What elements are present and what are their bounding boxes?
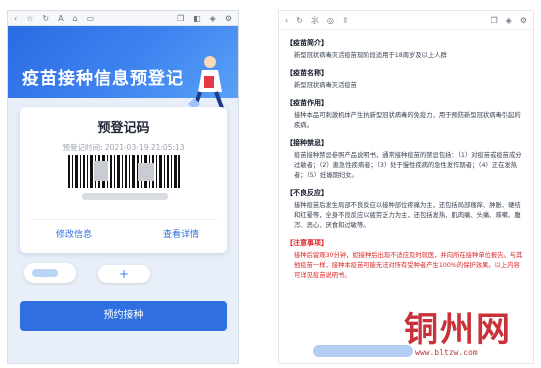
cube-icon[interactable]: ◈ bbox=[210, 11, 216, 26]
section-heading: 【疫苗名称】 bbox=[286, 69, 328, 77]
settings-icon[interactable]: ⚙ bbox=[520, 16, 527, 25]
section-name: 【疫苗名称】 新型冠状病毒灭活疫苗 bbox=[286, 68, 524, 91]
copy-icon[interactable]: ❐ bbox=[491, 16, 498, 25]
hero-banner: 疫苗接种信息预登记 bbox=[8, 26, 238, 111]
refresh-icon[interactable]: ↻ bbox=[42, 11, 49, 26]
section-body: 新型冠状病毒灭活疫苗现阶段适用于18周岁及以上人群 bbox=[294, 52, 447, 59]
zoom-icon[interactable]: ◎ bbox=[327, 16, 334, 25]
window-icon[interactable]: ◧ bbox=[193, 11, 201, 26]
running-doctor-icon bbox=[188, 56, 224, 111]
copy-icon[interactable]: ❐ bbox=[177, 11, 184, 26]
browser-icon[interactable]: ▭ bbox=[87, 11, 95, 26]
card-title: 预登记码 bbox=[97, 121, 150, 136]
section-body: 疫苗接种禁忌参照产品说明书，通常接种疫苗的禁忌包括：（1）对疫苗或疫苗成分过敏者… bbox=[294, 152, 522, 179]
registration-screen: ‹ ☆ ↻ A ⌂ ▭ ❐ ◧ ◈ ⚙ 疫苗接种信息预登记 预登记码 预登记时间… bbox=[7, 10, 239, 364]
member-name-blurred bbox=[32, 269, 58, 277]
section-body: 接种疫苗后发生局部不良反应以接种部位疼痛为主，还包括局部瘙痒、肿胀、硬结和红晕等… bbox=[294, 202, 521, 229]
cube-icon[interactable]: ◈ bbox=[506, 16, 512, 25]
screenshot: ‹ ☆ ↻ A ⌂ ▭ ❐ ◧ ◈ ⚙ 疫苗接种信息预登记 预登记码 预登记时间… bbox=[0, 0, 541, 368]
time-value: 2021-03-19 21:05:13 bbox=[104, 143, 185, 152]
settings-icon[interactable]: ⚙ bbox=[225, 11, 232, 26]
browser-toolbar: ‹ ☆ ↻ A ⌂ ▭ ❐ ◧ ◈ ⚙ bbox=[8, 11, 238, 26]
section-body: 接种本品可刺激机体产生抗新型冠状病毒的免疫力，用于预防新型冠状病毒引起的疾病。 bbox=[294, 112, 521, 129]
section-heading: 【不良反应】 bbox=[286, 189, 328, 197]
registration-card: 预登记码 预登记时间: 2021-03-19 21:05:13 修改信息 查看详… bbox=[20, 107, 227, 253]
browser-toolbar-right: ‹ ↻ ⺢ ◎ ⇪ ❐ ◈ ⚙ bbox=[279, 11, 533, 30]
section-heading: 【接种禁忌】 bbox=[286, 139, 328, 147]
section-body: 接种后留观30分钟，如接种后出现不适应及时就医，并向所在接种单位报告。与其他疫苗… bbox=[294, 252, 523, 279]
section-adverse-reactions: 【不良反应】 接种疫苗后发生局部不良反应以接种部位疼痛为主，还包括局部瘙痒、肿胀… bbox=[286, 188, 524, 231]
section-heading: 【注意事项】 bbox=[286, 239, 328, 247]
section-effect: 【疫苗作用】 接种本品可刺激机体产生抗新型冠状病毒的免疫力，用于预防新型冠状病毒… bbox=[286, 98, 524, 131]
view-details-link[interactable]: 查看详情 bbox=[163, 227, 199, 240]
site-watermark-url: www.bltzw.com bbox=[415, 348, 478, 357]
edit-info-link[interactable]: 修改信息 bbox=[56, 227, 92, 240]
page-title: 疫苗接种信息预登记 bbox=[22, 69, 184, 89]
registration-time: 预登记时间: 2021-03-19 21:05:13 bbox=[20, 142, 227, 153]
translate-icon[interactable]: ⺢ bbox=[311, 15, 319, 26]
barcode bbox=[68, 155, 180, 188]
site-watermark-logo: 铜州网 bbox=[404, 310, 512, 350]
section-body: 新型冠状病毒灭活疫苗 bbox=[294, 82, 357, 89]
section-contraindications: 【接种禁忌】 疫苗接种禁忌参照产品说明书，通常接种疫苗的禁忌包括：（1）对疫苗或… bbox=[286, 138, 524, 181]
section-precautions: 【注意事项】 接种后留观30分钟，如接种后出现不适应及时就医，并向所在接种单位报… bbox=[286, 238, 524, 281]
section-heading: 【疫苗作用】 bbox=[286, 99, 328, 107]
share-icon[interactable]: ☆ bbox=[26, 11, 33, 26]
card-divider bbox=[30, 219, 217, 220]
confirm-button[interactable] bbox=[313, 345, 413, 357]
blurred-code-number bbox=[82, 193, 168, 200]
back-icon[interactable]: ‹ bbox=[285, 16, 288, 25]
back-icon[interactable]: ‹ bbox=[14, 11, 17, 26]
font-icon[interactable]: A bbox=[58, 11, 63, 26]
time-label: 预登记时间: bbox=[62, 143, 103, 152]
info-sections: 【疫苗简介】 新型冠状病毒灭活疫苗现阶段适用于18周岁及以上人群 【疫苗名称】 … bbox=[279, 30, 533, 281]
section-heading: 【疫苗简介】 bbox=[286, 39, 328, 47]
share-icon[interactable]: ⇪ bbox=[342, 16, 349, 25]
book-vaccination-button[interactable]: 预约接种 bbox=[20, 301, 227, 331]
member-avatar-pill[interactable] bbox=[24, 263, 76, 283]
add-member-button[interactable]: + bbox=[98, 265, 150, 283]
refresh-icon[interactable]: ↻ bbox=[296, 16, 303, 25]
section-intro: 【疫苗简介】 新型冠状病毒灭活疫苗现阶段适用于18周岁及以上人群 bbox=[286, 38, 524, 61]
home-icon[interactable]: ⌂ bbox=[73, 11, 78, 26]
